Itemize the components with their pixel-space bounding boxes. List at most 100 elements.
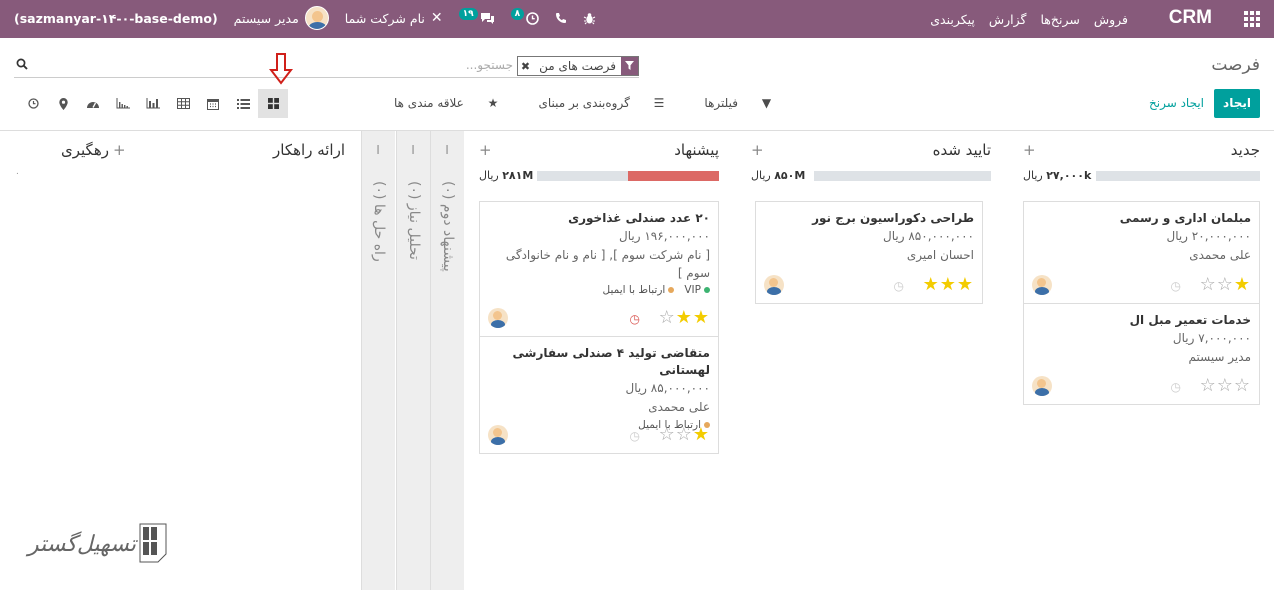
list-view-icon[interactable] xyxy=(228,89,258,118)
card-amount: ۸۵۰,۰۰۰,۰۰۰ ریال xyxy=(883,229,974,243)
kanban-card[interactable]: متقاضی تولید ۴ صندلی سفارشی لهستانی ۸۵,۰… xyxy=(479,337,719,454)
priority-stars[interactable]: ☆☆☆ xyxy=(1200,376,1251,396)
star-icon[interactable]: ☆ xyxy=(659,424,676,445)
activity-clock-icon[interactable]: ◷ xyxy=(630,312,640,326)
star-icon[interactable]: ☆ xyxy=(659,307,676,328)
priority-stars[interactable]: ★★☆ xyxy=(659,308,710,328)
star-icon[interactable]: ★ xyxy=(923,274,940,295)
filters-dropdown[interactable]: ▼ فیلترها xyxy=(684,96,771,110)
graph-view-icon[interactable] xyxy=(138,89,168,118)
progress-track[interactable] xyxy=(537,171,719,181)
menu-item-sales[interactable]: فروش xyxy=(1094,12,1128,27)
priority-stars[interactable]: ★☆☆ xyxy=(1200,275,1251,295)
folded-column[interactable]: ا تحلیل نیاز (۰) xyxy=(396,131,430,590)
unfold-icon[interactable]: ا xyxy=(430,143,464,157)
pivot-view-icon[interactable] xyxy=(168,89,198,118)
star-icon[interactable]: ★ xyxy=(957,274,974,295)
menu-item-configuration[interactable]: پیکربندی xyxy=(930,12,975,27)
activity-clock-icon[interactable]: ◷ xyxy=(1171,279,1181,293)
folded-column-title: راه حل ها (۰) xyxy=(371,181,387,262)
menu-item-leads[interactable]: سرنخ‌ها xyxy=(1041,12,1080,27)
search-icon[interactable] xyxy=(16,58,28,73)
kanban-card[interactable]: مبلمان اداری و رسمی ۲۰,۰۰۰,۰۰۰ ریال علی … xyxy=(1023,201,1260,304)
column-title[interactable]: پیشنهاد xyxy=(674,141,719,159)
tag-vip: VIP xyxy=(684,284,710,296)
quick-add-icon[interactable]: + xyxy=(479,141,492,159)
column-title[interactable]: ارائه راهکار xyxy=(273,141,345,159)
facet-remove-icon[interactable]: ✖ xyxy=(518,60,534,73)
activity-badge: ۸ xyxy=(510,8,525,20)
create-button[interactable]: ایجاد xyxy=(1214,89,1260,118)
unfold-icon[interactable]: ا xyxy=(361,143,395,157)
star-icon[interactable]: ☆ xyxy=(1217,375,1234,396)
star-icon[interactable]: ☆ xyxy=(1200,375,1217,396)
quick-add-icon[interactable]: + xyxy=(751,141,764,159)
bug-icon xyxy=(583,12,596,24)
quick-add-icon[interactable]: + xyxy=(113,141,126,159)
column-title[interactable]: رهگیری xyxy=(61,141,109,159)
star-icon[interactable]: ☆ xyxy=(676,424,693,445)
avatar xyxy=(488,425,508,445)
kanban-view-icon[interactable] xyxy=(258,89,288,118)
avatar xyxy=(1032,275,1052,295)
user-menu[interactable]: مدیر سیستم xyxy=(234,6,329,30)
dashboard-view-icon[interactable] xyxy=(78,89,108,118)
calendar-view-icon[interactable] xyxy=(198,89,228,118)
progress-track[interactable] xyxy=(1096,171,1260,181)
debug-menu[interactable] xyxy=(583,12,596,25)
progress-fill xyxy=(628,171,719,181)
card-footer: ★☆☆ ◷ xyxy=(488,425,710,447)
cohort-view-icon[interactable] xyxy=(108,89,138,118)
activity-clock-icon[interactable]: ◷ xyxy=(630,429,640,443)
voip-phone[interactable] xyxy=(555,12,567,24)
column-progressbar: ۸۵۰M ریال xyxy=(751,169,991,183)
activity-clock-icon[interactable]: ◷ xyxy=(894,279,904,293)
avatar xyxy=(764,275,784,295)
star-icon[interactable]: ★ xyxy=(693,424,710,445)
activity-view-icon[interactable] xyxy=(18,89,48,118)
star-icon[interactable]: ☆ xyxy=(1234,375,1251,396)
progress-track[interactable] xyxy=(814,171,991,181)
card-footer: ★☆☆ ◷ xyxy=(1032,275,1251,297)
star-icon[interactable]: ★ xyxy=(940,274,957,295)
messaging-menu[interactable]: ۱۹ xyxy=(458,8,495,25)
kanban-card[interactable]: طراحی دکوراسیون برج نور ۸۵۰,۰۰۰,۰۰۰ ریال… xyxy=(755,201,983,304)
column-count: ۰ xyxy=(15,169,20,179)
priority-stars[interactable]: ★★★ xyxy=(923,275,974,295)
column-title[interactable]: جدید xyxy=(1231,141,1260,159)
company-switcher[interactable]: نام شرکت شما ✕ xyxy=(345,10,443,26)
generate-leads-button[interactable]: ایجاد سرنخ xyxy=(1149,96,1204,110)
app-brand[interactable]: CRM xyxy=(1169,7,1212,29)
favorites-label: علاقه مندی ها xyxy=(394,96,464,110)
folded-column-title: تحلیل نیاز (۰) xyxy=(406,181,422,260)
column-header: ارائه راهکار + xyxy=(113,141,345,163)
star-icon[interactable]: ☆ xyxy=(1217,274,1234,295)
card-person: احسان امیری xyxy=(906,248,974,262)
activity-clock-icon[interactable]: ◷ xyxy=(1171,380,1181,394)
quick-add-icon[interactable]: + xyxy=(1023,141,1036,159)
favorites-dropdown[interactable]: ★ علاقه مندی ها xyxy=(374,96,498,110)
star-icon[interactable]: ★ xyxy=(693,307,710,328)
avatar xyxy=(488,308,508,328)
kanban-card[interactable]: ۲۰ عدد صندلی غذاخوری ۱۹۶,۰۰۰,۰۰۰ ریال [ … xyxy=(479,201,719,337)
apps-grid-icon[interactable] xyxy=(1244,11,1260,27)
activity-menu[interactable]: ۸ xyxy=(510,8,540,25)
star-icon[interactable]: ★ xyxy=(676,307,693,328)
facet-value: فرصت های من xyxy=(539,59,616,73)
map-view-icon[interactable] xyxy=(48,89,78,118)
kanban-column-new: جدید + ۲۷,۰۰۰k ریال مبلمان اداری و رسمی … xyxy=(1023,131,1260,590)
folded-column[interactable]: ا راه حل ها (۰) xyxy=(361,131,395,590)
filter-funnel-icon: ▼ xyxy=(761,96,772,110)
folded-column[interactable]: ا پیشنهاد دوم (۰) xyxy=(430,131,464,590)
priority-stars[interactable]: ★☆☆ xyxy=(659,425,710,445)
kanban-card[interactable]: خدمات تعمیر مبل ال ۷,۰۰۰,۰۰۰ ریال مدیر س… xyxy=(1023,304,1260,405)
annotation-arrow-icon xyxy=(269,53,293,85)
company-name: نام شرکت شما xyxy=(344,10,425,26)
groupby-dropdown[interactable]: ☰ گروه‌بندی بر مبنای xyxy=(518,96,664,110)
unfold-icon[interactable]: ا xyxy=(396,143,430,157)
menu-item-reporting[interactable]: گزارش xyxy=(989,12,1027,27)
search-bar: فرصت های من ✖ xyxy=(14,54,639,78)
star-icon[interactable]: ★ xyxy=(1234,274,1251,295)
column-title[interactable]: تایید شده xyxy=(933,141,991,159)
star-icon[interactable]: ☆ xyxy=(1200,274,1217,295)
